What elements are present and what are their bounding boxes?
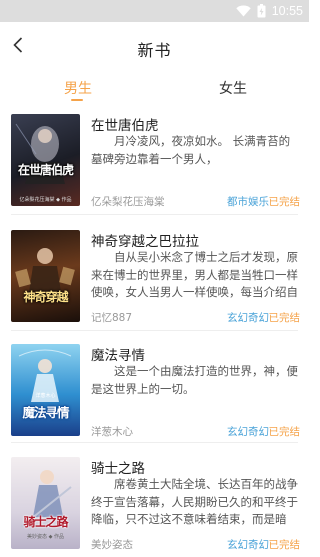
tab-active-indicator	[71, 99, 83, 101]
cover-title: 魔法寻情	[22, 405, 69, 420]
book-cover: 骑士之路 美妙姿态 ◆ 作品	[11, 457, 80, 549]
divider	[11, 442, 298, 443]
cover-title: 在世唐伯虎	[17, 163, 74, 177]
book-description: 席卷黄土大陆全境、长达百年的战争终于宣告落幕，人民期盼已久的和平终于降临，只不过…	[91, 477, 298, 526]
status-time: 10:55	[271, 4, 303, 18]
status-bar: 10:55	[0, 0, 309, 22]
book-cover: 神奇穿越	[11, 230, 80, 322]
book-genre: 玄幻奇幻	[227, 312, 269, 324]
gender-tabs: 男生 女生	[0, 72, 309, 102]
book-title: 骑士之路	[91, 461, 145, 477]
book-status: 已完结	[268, 426, 301, 438]
battery-icon	[257, 4, 266, 18]
book-description: 这是一个由魔法打造的世界，神，便是这世界上的一切。	[91, 364, 298, 396]
book-item[interactable]: 魔法寻情 洋葱木心 魔法寻情 这是一个由魔法打造的世界，神，便是这世界上的一切。…	[0, 332, 309, 444]
book-item[interactable]: 神奇穿越 神奇穿越之巴拉拉 自从吴小米念了博士之后才发现，原来在博士的世界里，男…	[0, 218, 309, 330]
divider	[11, 330, 298, 331]
status-icons: 10:55	[236, 3, 303, 19]
book-description: 月冷凌风，夜凉如水。 长满青苔的墓碑旁边靠着一个男人，	[91, 134, 291, 166]
tab-male[interactable]: 男生	[64, 78, 92, 98]
book-author: 洋葱木心	[91, 426, 133, 438]
book-description: 自从吴小米念了博士之后才发现，原来在博士的世界里，男人都是当牲口一样使唤，女人当…	[91, 250, 298, 299]
book-cover: 在世唐伯虎 亿朵梨花压海棠 ◆ 作品	[11, 114, 80, 206]
cover-subtitle: 亿朵梨花压海棠 ◆ 作品	[19, 197, 72, 203]
page-title: 新书	[137, 41, 172, 60]
book-genre: 玄幻奇幻	[227, 426, 269, 438]
divider	[11, 214, 298, 215]
wifi-icon	[236, 5, 251, 17]
tab-female[interactable]: 女生	[219, 78, 247, 98]
book-status: 已完结	[268, 312, 301, 324]
book-genre: 都市娱乐	[227, 196, 269, 208]
cover-subtitle: 美妙姿态 ◆ 作品	[26, 534, 65, 540]
cover-title: 神奇穿越	[23, 290, 68, 304]
book-title: 神奇穿越之巴拉拉	[91, 234, 199, 250]
book-item[interactable]: 骑士之路 美妙姿态 ◆ 作品 骑士之路 席卷黄土大陆全境、长达百年的战争终于宣告…	[0, 445, 309, 557]
book-cover: 魔法寻情 洋葱木心	[11, 344, 80, 436]
book-author: 亿朵梨花压海棠	[91, 196, 165, 208]
cover-subtitle: 洋葱木心	[35, 393, 56, 399]
book-title: 在世唐伯虎	[91, 118, 159, 134]
book-status: 已完结	[268, 196, 301, 208]
cover-title: 骑士之路	[23, 515, 68, 529]
book-item[interactable]: 在世唐伯虎 亿朵梨花压海棠 ◆ 作品 在世唐伯虎 月冷凌风，夜凉如水。 长满青苔…	[0, 102, 309, 214]
book-title: 魔法寻情	[91, 348, 145, 364]
book-author: 记忆887	[91, 312, 133, 324]
nav-bar: 新书	[0, 22, 309, 72]
